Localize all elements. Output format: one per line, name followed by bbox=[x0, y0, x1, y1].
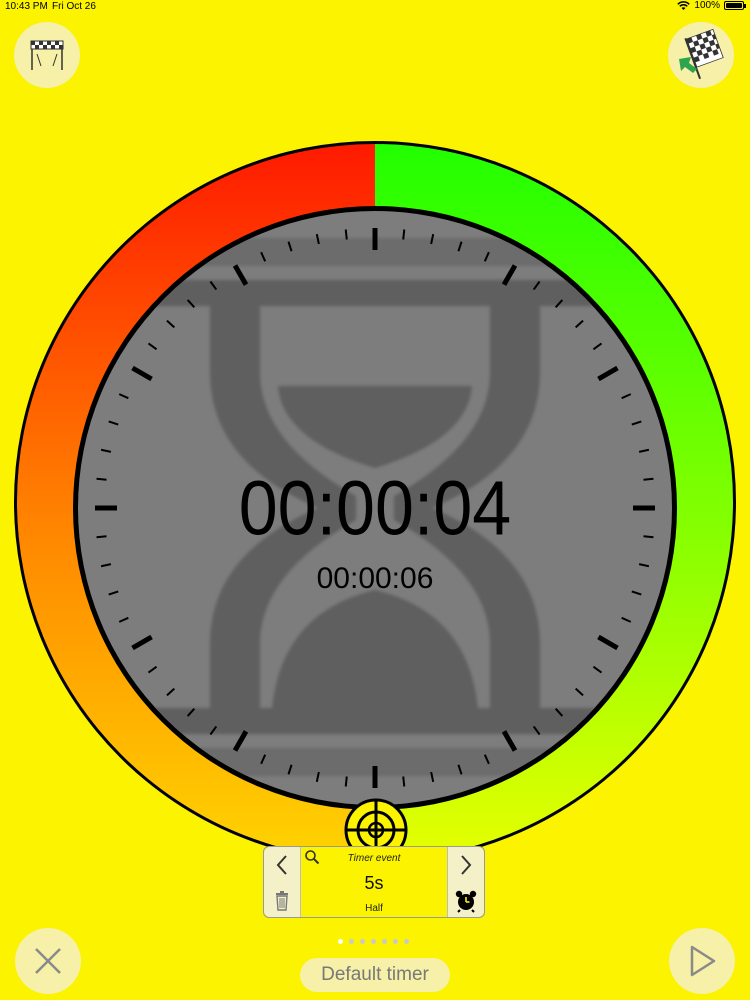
minor-tick bbox=[402, 776, 406, 787]
timer-event-subtitle: Half bbox=[365, 903, 383, 914]
minor-tick bbox=[643, 535, 654, 539]
play-button[interactable] bbox=[669, 928, 735, 994]
page-dot[interactable] bbox=[382, 939, 387, 944]
play-icon bbox=[690, 945, 716, 977]
page-dot[interactable] bbox=[338, 939, 343, 944]
minor-tick bbox=[96, 535, 107, 539]
timer-event-title: Timer event bbox=[347, 853, 401, 864]
page-dot[interactable] bbox=[393, 939, 398, 944]
timer-event-panel: Timer event 5s Half bbox=[263, 846, 485, 918]
alarm-clock-icon[interactable] bbox=[454, 889, 478, 913]
timer-main-display: 00:00:04 bbox=[238, 465, 512, 551]
close-button[interactable] bbox=[15, 928, 81, 994]
minor-tick bbox=[344, 229, 348, 240]
close-icon bbox=[35, 948, 61, 974]
page-dot[interactable] bbox=[360, 939, 365, 944]
page-dot[interactable] bbox=[371, 939, 376, 944]
minor-tick bbox=[96, 477, 107, 481]
timer-secondary-display: 00:00:06 bbox=[316, 562, 434, 595]
page-dot[interactable] bbox=[349, 939, 354, 944]
minor-tick bbox=[344, 776, 348, 787]
trash-icon[interactable] bbox=[275, 891, 289, 911]
minor-tick bbox=[402, 229, 406, 240]
minor-tick bbox=[643, 477, 654, 481]
timer-name-label[interactable]: Default timer bbox=[300, 958, 450, 992]
page-dot[interactable] bbox=[404, 939, 409, 944]
page-indicator[interactable] bbox=[338, 939, 409, 944]
timer-event-value[interactable]: 5s bbox=[300, 873, 448, 894]
chevron-right-icon[interactable] bbox=[458, 853, 474, 877]
chevron-left-icon[interactable] bbox=[274, 853, 290, 877]
